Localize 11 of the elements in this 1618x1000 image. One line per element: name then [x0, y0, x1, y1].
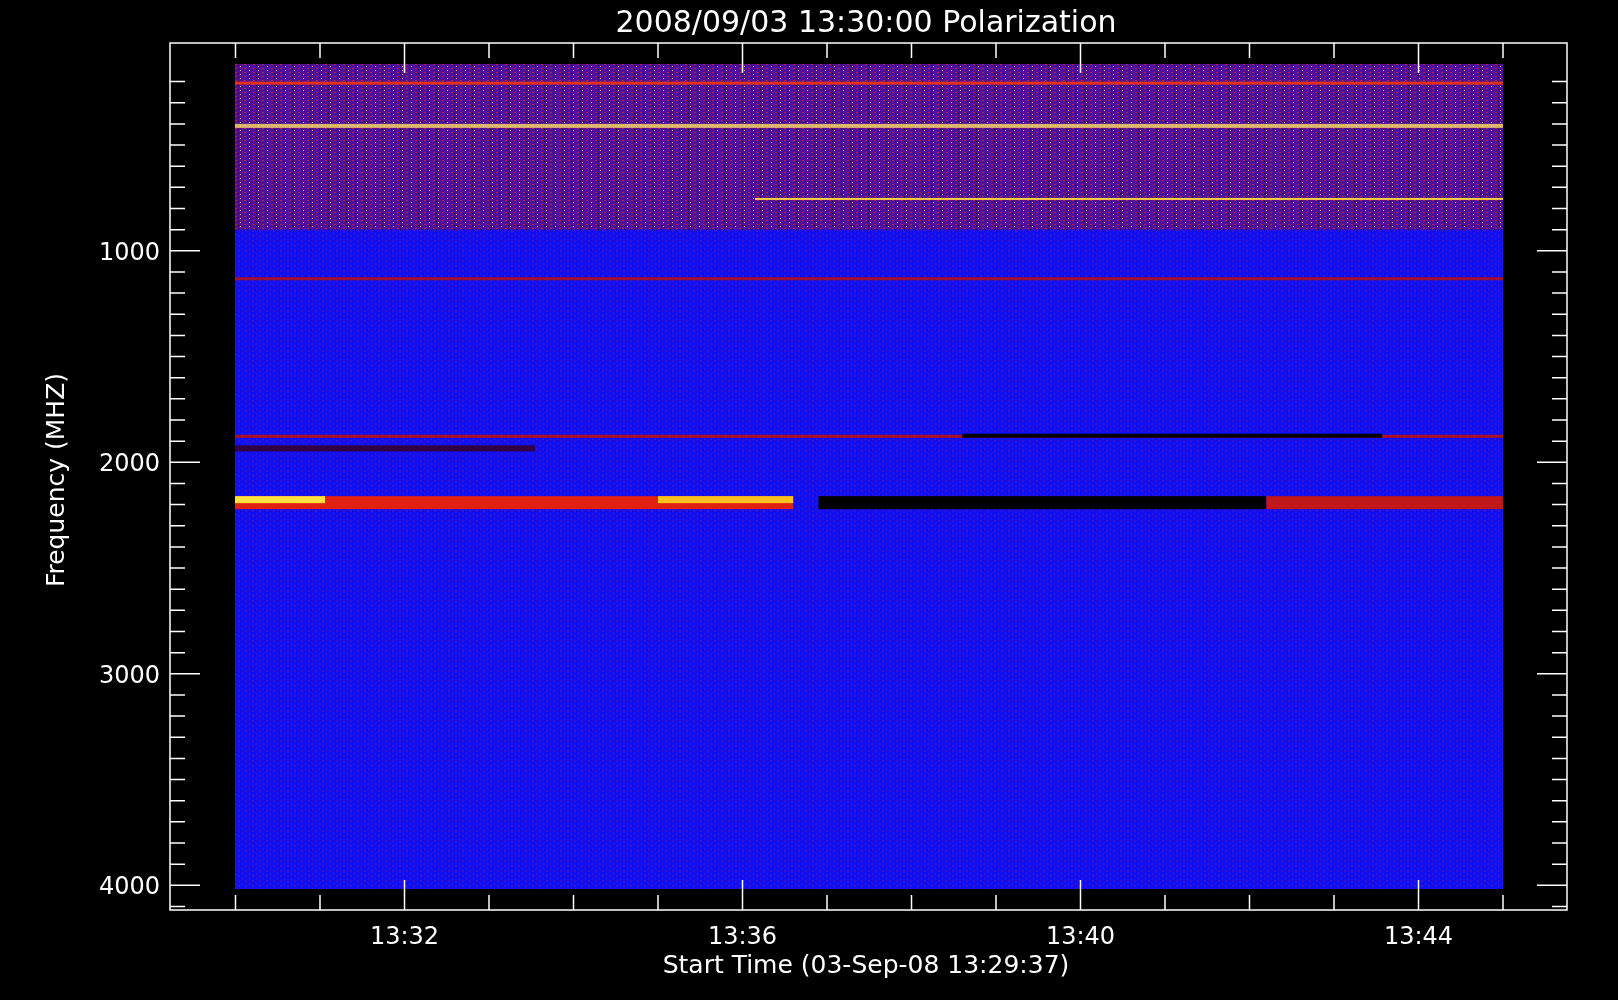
- tick-label: 4000: [98, 872, 160, 901]
- tick-label: 13:44: [1383, 922, 1454, 950]
- tick-label: 13:36: [707, 922, 778, 950]
- chart-title: 2008/09/03 13:30:00 Polarization: [615, 4, 1117, 39]
- tick-label: 1000: [98, 237, 160, 266]
- tick-label: 3000: [98, 660, 160, 689]
- tick-label: 13:32: [369, 922, 440, 950]
- axis-title: Start Time (03-Sep-08 13:29:37): [662, 950, 1070, 979]
- tick-label: 13:40: [1045, 922, 1116, 950]
- axis-title: Frequency (MHZ): [41, 372, 70, 588]
- tick-label: 2000: [98, 449, 160, 478]
